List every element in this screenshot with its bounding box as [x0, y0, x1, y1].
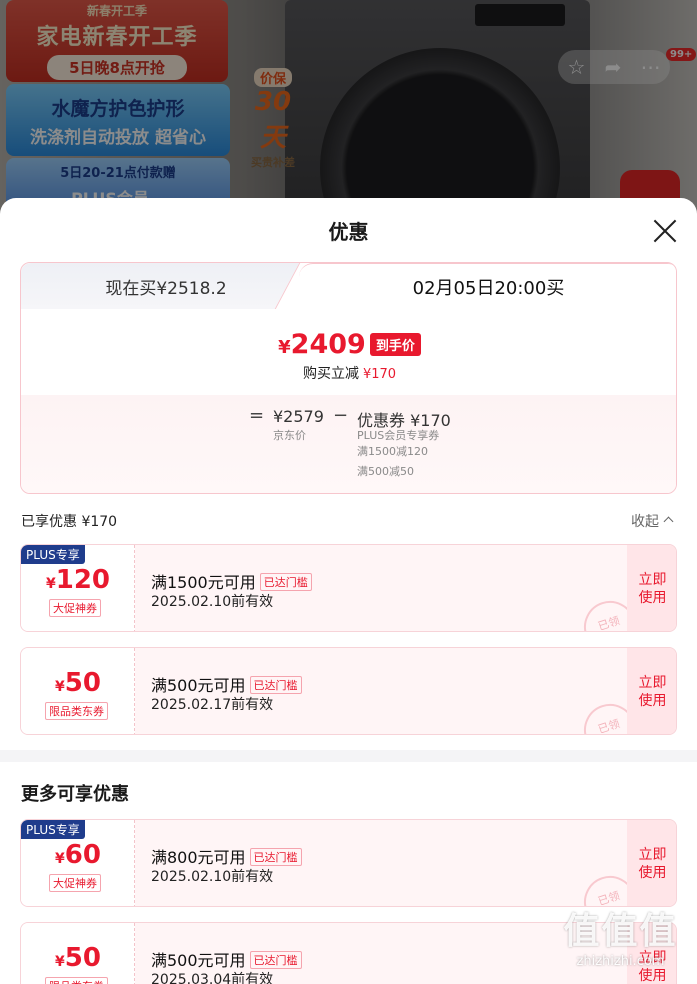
- coupon-condition-text: 满800元可用: [151, 848, 246, 867]
- coupon-condition-text: 满1500元可用: [151, 573, 256, 592]
- coupon-condition: 满500元可用 已达门槛: [151, 672, 302, 696]
- final-price: ¥2409: [278, 329, 366, 360]
- site-watermark: 值值值 zhizhizhi.com: [548, 902, 693, 982]
- coupon-condition: 满800元可用 已达门槛: [151, 844, 302, 868]
- coupon-condition-text: 满500元可用: [151, 676, 246, 695]
- plus-badge: PLUS专享: [21, 545, 85, 564]
- coupon-amount-panel: ¥50 限品类东券: [21, 648, 135, 734]
- coupon-amount: ¥50: [21, 943, 135, 973]
- threshold-reached-tag: 已达门槛: [259, 573, 312, 591]
- enjoyed-discount-label: 已享优惠 ¥170: [21, 514, 118, 530]
- section-divider: [0, 750, 697, 762]
- coupon-amount-panel: ¥50 限品类东券: [21, 923, 135, 984]
- threshold-reached-tag: 已达门槛: [249, 951, 302, 969]
- final-price-value: 2409: [290, 329, 366, 360]
- coupon-currency: ¥: [55, 954, 65, 970]
- coupon-detail-2: 满1500减120: [357, 445, 428, 458]
- direct-cut-amount: ¥170: [362, 367, 397, 382]
- use-now-button[interactable]: 立即 使用: [627, 648, 676, 734]
- modal-overlay[interactable]: [0, 0, 697, 230]
- coupon-type: 大促神券: [49, 874, 101, 892]
- coupon-type: 限品类东券: [45, 977, 108, 984]
- watermark-url: zhizhizhi.com: [576, 954, 665, 969]
- final-price-tag: 到手价: [369, 333, 421, 356]
- equals-sign: =: [249, 405, 265, 426]
- coupon-card[interactable]: PLUS专享 ¥120 大促神券 满1500元可用 已达门槛 2025.02.10…: [20, 544, 677, 632]
- coupon-amount: ¥60: [21, 840, 135, 870]
- coupon-amount-value: 120: [55, 565, 111, 595]
- direct-cut-label: 购买立减: [302, 366, 359, 382]
- base-price: ¥2579: [273, 407, 324, 426]
- coupon-currency: ¥: [55, 679, 65, 695]
- coupon-currency: ¥: [55, 851, 65, 867]
- close-icon[interactable]: [652, 218, 678, 244]
- coupon-validity: 2025.02.17前有效: [151, 697, 274, 713]
- coupon-amount-value: 50: [64, 668, 101, 698]
- coupon-amount-panel: PLUS专享 ¥120 大促神券: [21, 545, 135, 631]
- coupon-amount: ¥50: [21, 668, 135, 698]
- base-price-label: 京东价: [273, 429, 306, 442]
- plus-badge: PLUS专享: [21, 820, 85, 839]
- threshold-reached-tag: 已达门槛: [249, 848, 302, 866]
- watermark-logo: 值值值: [563, 911, 678, 952]
- discount-sheet: 优惠 现在买¥2518.2 02月05日20:00买 ¥2409 到手价 购买立减…: [0, 198, 697, 984]
- use-now-button[interactable]: 立即 使用: [627, 545, 676, 631]
- threshold-reached-tag: 已达门槛: [249, 676, 302, 694]
- sheet-title: 优惠: [328, 220, 369, 244]
- product-page-background: 新春开工季 家电新春开工季 5日晚8点开抢 水魔方护色护形 洗涤剂自动投放 超省…: [0, 0, 697, 230]
- coupon-currency: ¥: [45, 576, 56, 592]
- coupon-condition: 满1500元可用 已达门槛: [151, 569, 312, 593]
- final-price-row: ¥2409 到手价: [21, 329, 676, 360]
- coupon-condition-text: 满500元可用: [151, 951, 246, 970]
- coupon-detail-3: 满500减50: [357, 465, 414, 478]
- minus-sign: −: [333, 405, 349, 426]
- coupon-amount: ¥120: [21, 565, 135, 595]
- collapse-label: 收起: [631, 514, 659, 530]
- tab-buy-now[interactable]: 现在买¥2518.2: [21, 263, 311, 309]
- more-discounts-title: 更多可享优惠: [21, 784, 129, 805]
- collapse-button[interactable]: 收起: [631, 511, 674, 531]
- price-breakdown-box: 现在买¥2518.2 02月05日20:00买 ¥2409 到手价 购买立减 ¥17…: [20, 262, 677, 494]
- coupon-validity: 2025.03.04前有效: [151, 972, 274, 984]
- price-calculation: = ¥2579 京东价 − 优惠券 ¥170 PLUS会员专享券 满1500减1…: [21, 395, 676, 493]
- currency-symbol: ¥: [278, 337, 291, 358]
- direct-cut-row: 购买立减 ¥170: [21, 363, 676, 383]
- chevron-up-icon: [663, 516, 674, 527]
- use-now-button[interactable]: 立即 使用: [627, 820, 676, 906]
- coupon-card[interactable]: PLUS专享 ¥60 大促神券 满800元可用 已达门槛 2025.02.10前有…: [20, 819, 677, 907]
- coupon-amount-value: 60: [64, 840, 101, 870]
- coupon-validity: 2025.02.10前有效: [151, 869, 274, 885]
- coupon-card[interactable]: ¥50 限品类东券 满500元可用 已达门槛 2025.02.17前有效 已领 立…: [20, 647, 677, 735]
- coupon-condition: 满500元可用 已达门槛: [151, 947, 302, 971]
- coupon-amount-panel: PLUS专享 ¥60 大促神券: [21, 820, 135, 906]
- tab-buy-later[interactable]: 02月05日20:00买: [299, 263, 676, 309]
- coupon-type: 限品类东券: [45, 702, 108, 720]
- coupon-validity: 2025.02.10前有效: [151, 594, 274, 610]
- coupon-type: 大促神券: [49, 599, 101, 617]
- coupon-amount-value: 50: [64, 943, 101, 973]
